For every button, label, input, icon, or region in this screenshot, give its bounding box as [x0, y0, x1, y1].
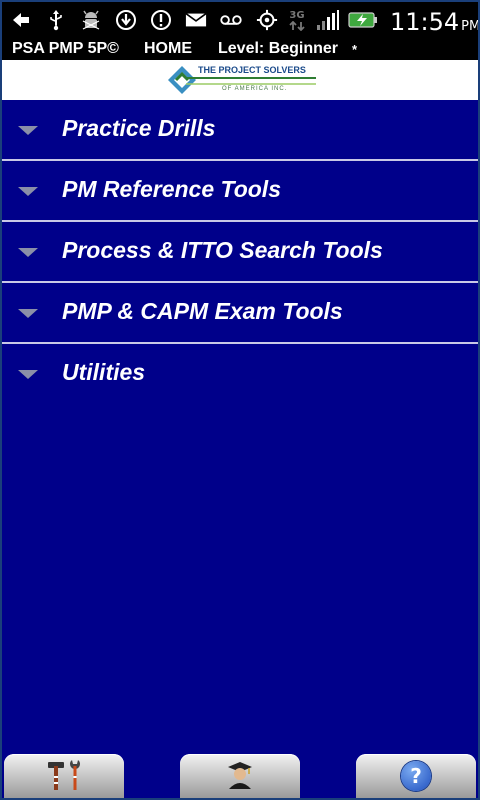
status-bar: 3G 11:54 PM	[2, 2, 478, 38]
bottom-toolbar: ?	[2, 750, 478, 798]
menu-item-utilities[interactable]: Utilities	[2, 344, 478, 403]
help-button[interactable]: ?	[356, 754, 476, 798]
menu-item-label: Practice Drills	[62, 115, 216, 141]
clock-time: 11:54	[390, 8, 460, 36]
company-logo: THE PROJECT SOLVERS OF AMERICA INC.	[162, 62, 322, 98]
menu-item-practice-drills[interactable]: Practice Drills	[2, 100, 478, 161]
tools-button[interactable]	[4, 754, 124, 798]
help-icon: ?	[401, 761, 431, 791]
back-arrow-icon	[10, 9, 32, 31]
menu-item-label: PM Reference Tools	[62, 176, 281, 202]
menu-item-pmp-capm-exam-tools[interactable]: PMP & CAPM Exam Tools	[2, 283, 478, 344]
clock-ampm: PM	[461, 19, 480, 34]
menu-item-label: Utilities	[62, 359, 146, 385]
menu-item-label: PMP & CAPM Exam Tools	[62, 298, 343, 324]
gps-icon	[256, 9, 278, 31]
menu-item-label: Process & ITTO Search Tools	[62, 237, 383, 263]
expand-arrow-icon	[18, 309, 38, 318]
voicemail-icon	[220, 9, 242, 31]
menu-item-process-itto-search-tools[interactable]: Process & ITTO Search Tools	[2, 222, 478, 283]
logo-text-bottom: OF AMERICA INC.	[222, 86, 288, 92]
logo-text-top: THE PROJECT SOLVERS	[198, 65, 306, 75]
title-bar: PSA PMP 5P© HOME Level: Beginner *	[2, 38, 478, 60]
battery-icon	[348, 9, 378, 31]
alert-icon	[150, 9, 172, 31]
mail-icon	[185, 9, 207, 31]
expand-arrow-icon	[18, 126, 38, 135]
screen-title: HOME	[144, 40, 192, 57]
usb-icon	[45, 9, 67, 31]
menu-item-pm-reference-tools[interactable]: PM Reference Tools	[2, 161, 478, 222]
graduate-icon	[225, 759, 255, 794]
3g-icon: 3G	[286, 9, 308, 31]
level-indicator: Level: Beginner	[218, 40, 339, 57]
download-icon	[115, 9, 137, 31]
logo-strip: THE PROJECT SOLVERS OF AMERICA INC.	[2, 60, 478, 100]
clock: 11:54 PM	[390, 8, 480, 36]
app-title: PSA PMP 5P©	[12, 40, 119, 57]
expand-arrow-icon	[18, 187, 38, 196]
android-debug-icon	[80, 9, 102, 31]
level-marker: *	[352, 42, 358, 57]
app-frame: 3G 11:54 PM PSA PMP 5P© HOME Level: Begin…	[0, 0, 480, 800]
signal-icon	[316, 9, 340, 31]
expand-arrow-icon	[18, 248, 38, 257]
profile-button[interactable]	[180, 754, 300, 798]
main-menu: Practice Drills PM Reference Tools Proce…	[2, 100, 478, 403]
expand-arrow-icon	[18, 370, 38, 379]
tools-icon	[44, 756, 84, 797]
